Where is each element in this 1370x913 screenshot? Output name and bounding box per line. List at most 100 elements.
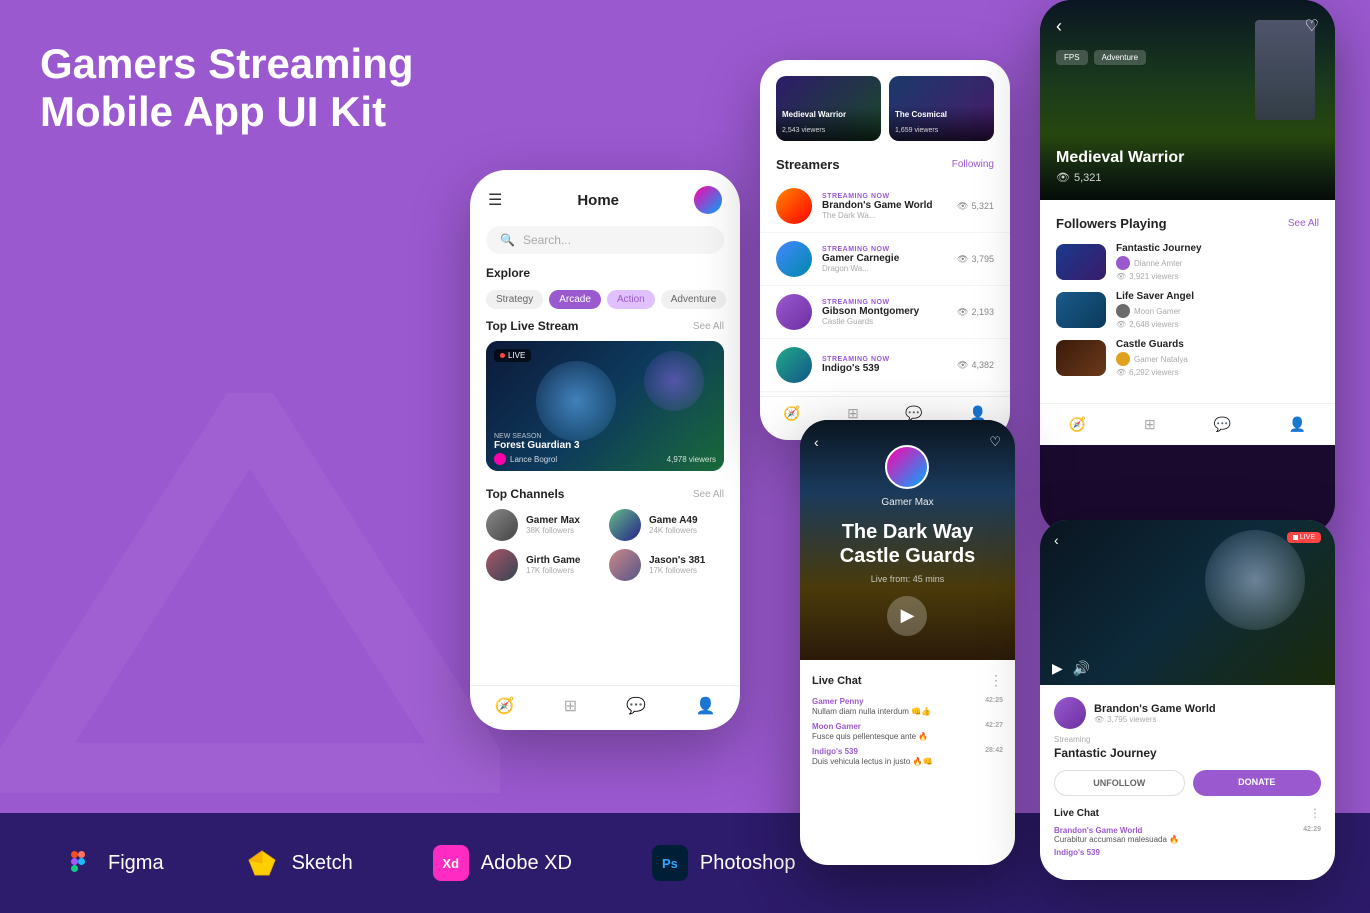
thumb-medieval[interactable]: Medieval Warrior 2,543 viewers	[776, 76, 881, 141]
nav3-chat[interactable]: 💬	[1214, 416, 1231, 433]
channel-info-4: Jason's 381 17K followers	[649, 555, 705, 575]
phone5-channel-row: Brandon's Game World 👁 3,795 viewers	[1054, 697, 1321, 729]
nav2-home[interactable]: 🧭	[783, 405, 800, 422]
streamer-details-4: STREAMING NOW Indigo's 539	[822, 356, 947, 374]
phone3-game-info: Medieval Warrior 👁 5,321	[1040, 133, 1335, 200]
phone4-hero: ‹ ♡ Gamer Max The Dark Way Castle Guards…	[800, 420, 1015, 660]
phone5-live-player: ‹ LIVE ▶ 🔊 Brandon's Game World 👁 3,795 …	[1040, 520, 1335, 880]
streamers-title: Streamers	[776, 157, 840, 172]
nav3-browse[interactable]: ⊞	[1144, 416, 1156, 433]
channel-item-1[interactable]: Gamer Max 38K followers	[486, 509, 601, 541]
phone5-video: ‹ LIVE ▶ 🔊	[1040, 520, 1335, 685]
fg-row-3[interactable]: Castle Guards Gamer Natalya 👁 6,292 view…	[1056, 339, 1319, 377]
streamer-row-3[interactable]: STREAMING NOW Gibson Montgomery Castle G…	[760, 286, 1010, 339]
fg-viewers-1: 👁 3,921 viewers	[1116, 272, 1202, 281]
chat-text-1: Nullam diam nulla interdum 👊👍	[812, 707, 1003, 716]
xd-icon: Xd	[433, 845, 469, 881]
fp-see-all[interactable]: See All	[1288, 218, 1319, 229]
hamburger-menu[interactable]: ☰	[488, 190, 502, 210]
ps-icon: Ps	[652, 845, 688, 881]
nav-browse-icon[interactable]: ⊞	[564, 696, 577, 716]
following-label[interactable]: Following	[952, 159, 994, 170]
play-icon-5[interactable]: ▶	[1052, 660, 1063, 677]
channel-item-4[interactable]: Jason's 381 17K followers	[609, 549, 724, 581]
volume-icon-5[interactable]: 🔊	[1073, 660, 1090, 677]
see-all-streams[interactable]: See All	[693, 321, 724, 332]
genre-strategy[interactable]: Strategy	[486, 290, 543, 309]
phone5-chat-options[interactable]: ⋮	[1309, 806, 1321, 820]
channel-followers-4: 17K followers	[649, 566, 705, 575]
title-line2: Mobile App UI Kit	[40, 88, 386, 135]
live-from: Live from: 45 mins	[871, 574, 945, 584]
nav-profile-icon[interactable]: 👤	[695, 696, 715, 716]
fg-viewers-2: 👁 2,648 viewers	[1116, 320, 1194, 329]
phone5-ch-avatar	[1054, 697, 1086, 729]
eye-icon-2: 👁	[957, 254, 968, 265]
streamer-row-1[interactable]: STREAMING NOW Brandon's Game World The D…	[760, 180, 1010, 233]
nav3-home[interactable]: 🧭	[1069, 416, 1086, 433]
nav-home-icon[interactable]: 🧭	[495, 696, 515, 716]
castle-title: The Dark Way Castle Guards	[840, 520, 976, 568]
unfollow-button[interactable]: UNFOLLOW	[1054, 770, 1185, 796]
channel-avatar-4	[609, 549, 641, 581]
phone4-back-button[interactable]: ‹	[814, 434, 819, 450]
eye-icon-5: 👁	[1094, 715, 1104, 724]
season-label: NEW SEASON	[494, 433, 716, 440]
chat-user-1: Gamer Penny 42:25	[812, 697, 1003, 706]
figma-icon	[60, 845, 96, 881]
thumb-cosmical[interactable]: The Cosmical 1,659 viewers	[889, 76, 994, 141]
search-bar[interactable]: 🔍 Search...	[486, 226, 724, 254]
streamer-game-2: Dragon Wa...	[822, 264, 947, 273]
eye-icon-1: 👁	[957, 201, 968, 212]
genre-adventure[interactable]: Adventure	[1094, 50, 1146, 65]
genre-action[interactable]: Action	[607, 290, 655, 309]
streamer-name-2: Gamer Carnegie	[822, 253, 947, 264]
see-all-channels[interactable]: See All	[693, 489, 724, 500]
phone3-heart-button[interactable]: ♡	[1305, 16, 1319, 36]
streamer-views-3: 👁 2,193	[957, 307, 994, 318]
channel-item-3[interactable]: Girth Game 17K followers	[486, 549, 601, 581]
hero-title: Gamers Streaming Mobile App UI Kit	[40, 40, 480, 137]
eye-icon-4: 👁	[957, 360, 968, 371]
fg-name-1: Fantastic Journey	[1116, 243, 1202, 254]
fg-info-3: Castle Guards Gamer Natalya 👁 6,292 view…	[1116, 339, 1188, 377]
play-button[interactable]: ▶	[887, 596, 927, 636]
nav-chat-icon[interactable]: 💬	[626, 696, 646, 716]
channel-item-2[interactable]: Game A49 24K followers	[609, 509, 724, 541]
phone5-chat-text-1: Curabitur accumsan malesuada 🔥	[1054, 835, 1321, 844]
search-placeholder: Search...	[523, 233, 571, 247]
streamer-game-3: Castle Guards	[822, 317, 947, 326]
chat-options[interactable]: ⋮	[989, 672, 1003, 689]
phone4-heart-button[interactable]: ♡	[989, 434, 1001, 450]
channel-avatar-3	[486, 549, 518, 581]
phone5-chat-user-2: Indigo's 539	[1054, 848, 1321, 857]
thumb-label-2: The Cosmical 1,659 viewers	[889, 106, 994, 141]
fg-row-1[interactable]: Fantastic Journey Dianne Amter 👁 3,921 v…	[1056, 243, 1319, 281]
streaming-status-3: STREAMING NOW	[822, 299, 947, 306]
user-avatar[interactable]	[694, 186, 722, 214]
title-line1: Gamers Streaming	[40, 40, 414, 87]
channel-name-3: Girth Game	[526, 555, 580, 566]
genre-adventure[interactable]: Adventure	[661, 290, 727, 309]
streamer-views-4: 👁 4,382	[957, 360, 994, 371]
streamer-name-1: Brandon's Game World	[822, 200, 947, 211]
phone4-castle-guards: ‹ ♡ Gamer Max The Dark Way Castle Guards…	[800, 420, 1015, 865]
fg-host-dot-2	[1116, 304, 1130, 318]
ps-tool: Ps Photoshop	[652, 845, 796, 881]
live-stream-card[interactable]: LIVE NEW SEASON Forest Guardian 3 Lance …	[486, 341, 724, 471]
phone3-back-button[interactable]: ‹	[1056, 16, 1062, 37]
phone5-back-button[interactable]: ‹	[1054, 532, 1059, 548]
nav3-profile[interactable]: 👤	[1289, 416, 1306, 433]
channel-name-2: Game A49	[649, 515, 698, 526]
stream-name: Forest Guardian 3	[494, 440, 716, 451]
streamer-row-2[interactable]: STREAMING NOW Gamer Carnegie Dragon Wa..…	[760, 233, 1010, 286]
phone3-game-title: Medieval Warrior	[1056, 149, 1319, 167]
donate-button[interactable]: DONATE	[1193, 770, 1322, 796]
fg-host-dot-3	[1116, 352, 1130, 366]
genre-fps[interactable]: FPS	[1056, 50, 1088, 65]
streamers-header: Streamers Following	[760, 153, 1010, 180]
chat-title: Live Chat	[812, 675, 862, 687]
fg-row-2[interactable]: Life Saver Angel Moon Gamer 👁 2,648 view…	[1056, 291, 1319, 329]
genre-arcade[interactable]: Arcade	[549, 290, 601, 309]
streamer-row-4[interactable]: STREAMING NOW Indigo's 539 👁 4,382	[760, 339, 1010, 392]
